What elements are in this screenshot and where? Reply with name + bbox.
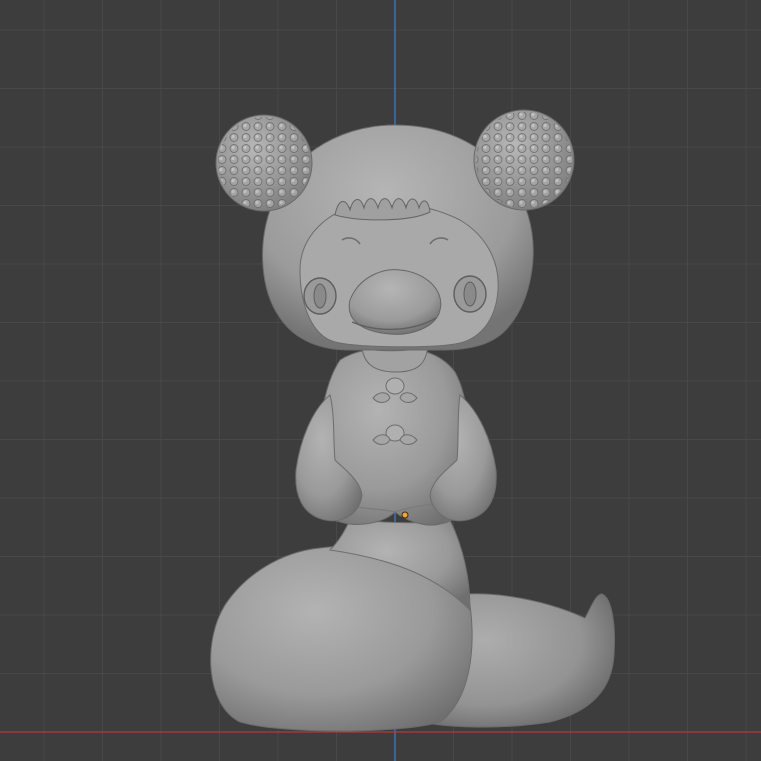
model-left-eye — [303, 277, 337, 315]
3d-viewport[interactable] — [0, 0, 761, 761]
model-left-bun — [215, 114, 313, 212]
object-origin-dot[interactable] — [401, 511, 409, 519]
model-right-eye — [453, 275, 487, 313]
snake-figure-model[interactable] — [210, 109, 615, 732]
model-right-bun — [473, 109, 575, 211]
